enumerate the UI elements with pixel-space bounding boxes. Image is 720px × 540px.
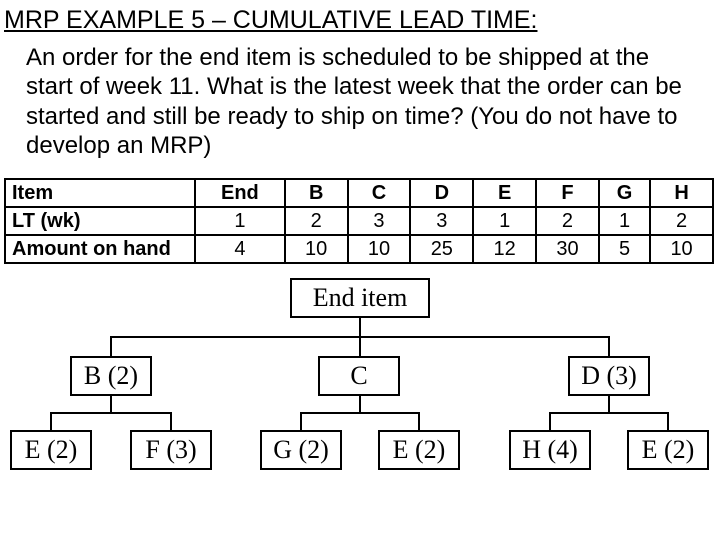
row-header-onhand: Amount on hand <box>5 235 195 263</box>
cell: E <box>473 179 536 207</box>
cell: G <box>599 179 650 207</box>
cell: 3 <box>348 207 411 235</box>
connector-line <box>549 412 669 414</box>
connector-line <box>359 336 361 356</box>
cell: 2 <box>536 207 599 235</box>
bom-node-c: C <box>318 356 400 396</box>
page-title: MRP EXAMPLE 5 – CUMULATIVE LEAD TIME: <box>0 0 720 37</box>
cell: 25 <box>410 235 473 263</box>
cell: B <box>285 179 348 207</box>
cell: 5 <box>599 235 650 263</box>
cell: 30 <box>536 235 599 263</box>
cell: 4 <box>195 235 285 263</box>
connector-line <box>300 412 420 414</box>
problem-statement: An order for the end item is scheduled t… <box>0 37 720 170</box>
connector-line <box>608 396 610 412</box>
bom-node-e: E (2) <box>627 430 709 470</box>
bom-node-e: E (2) <box>10 430 92 470</box>
cell: 10 <box>348 235 411 263</box>
cell: D <box>410 179 473 207</box>
cell: 2 <box>285 207 348 235</box>
cell: End <box>195 179 285 207</box>
cell: 10 <box>285 235 348 263</box>
connector-line <box>667 412 669 430</box>
table-row: Item End B C D E F G H <box>5 179 713 207</box>
row-header-item: Item <box>5 179 195 207</box>
table-row: Amount on hand 4 10 10 25 12 30 5 10 <box>5 235 713 263</box>
connector-line <box>418 412 420 430</box>
bom-node-d: D (3) <box>568 356 650 396</box>
cell: 1 <box>473 207 536 235</box>
cell: H <box>650 179 713 207</box>
connector-line <box>359 396 361 412</box>
connector-line <box>110 396 112 412</box>
connector-line <box>170 412 172 430</box>
bom-node-b: B (2) <box>70 356 152 396</box>
cell: 3 <box>410 207 473 235</box>
cell: F <box>536 179 599 207</box>
lead-time-table: Item End B C D E F G H LT (wk) 1 2 3 3 1… <box>4 178 714 264</box>
bom-node-e: E (2) <box>378 430 460 470</box>
cell: 2 <box>650 207 713 235</box>
connector-line <box>50 412 172 414</box>
connector-line <box>608 336 610 356</box>
cell: 1 <box>195 207 285 235</box>
bom-node-h: H (4) <box>509 430 591 470</box>
connector-line <box>50 412 52 430</box>
cell: 10 <box>650 235 713 263</box>
row-header-lt: LT (wk) <box>5 207 195 235</box>
bom-node-end: End item <box>290 278 430 318</box>
cell: C <box>348 179 411 207</box>
cell: 12 <box>473 235 536 263</box>
table-row: LT (wk) 1 2 3 3 1 2 1 2 <box>5 207 713 235</box>
connector-line <box>300 412 302 430</box>
cell: 1 <box>599 207 650 235</box>
bom-tree: End item B (2) C D (3) E (2) F (3) G (2)… <box>0 278 720 488</box>
connector-line <box>110 336 112 356</box>
bom-node-g: G (2) <box>260 430 342 470</box>
connector-line <box>359 318 361 336</box>
bom-node-f: F (3) <box>130 430 212 470</box>
connector-line <box>549 412 551 430</box>
